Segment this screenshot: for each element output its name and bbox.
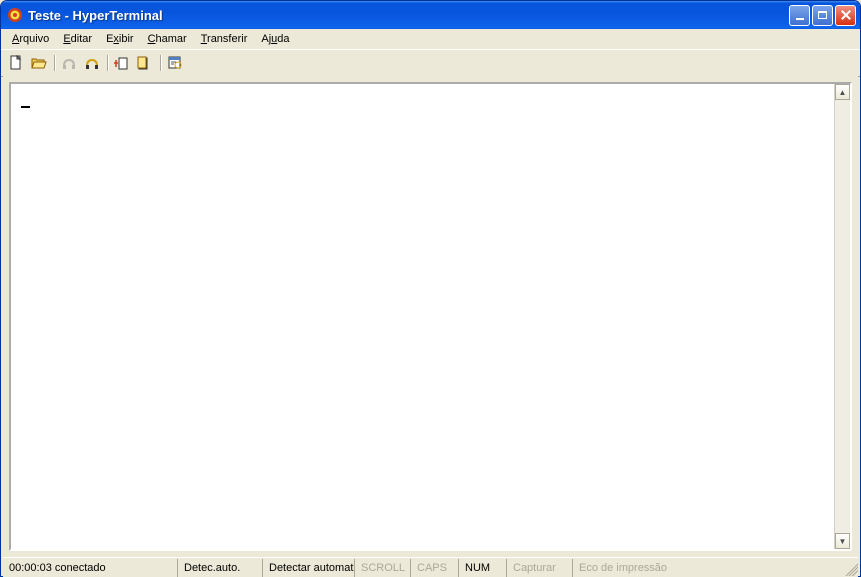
scroll-track[interactable] bbox=[835, 100, 850, 533]
new-button[interactable] bbox=[5, 52, 27, 74]
app-icon bbox=[7, 7, 23, 23]
connect-button[interactable] bbox=[58, 52, 80, 74]
status-caps: CAPS bbox=[411, 559, 459, 577]
menu-chamar[interactable]: Chamar bbox=[141, 31, 194, 47]
window-title: Teste - HyperTerminal bbox=[28, 8, 789, 23]
connect-icon bbox=[61, 55, 77, 71]
vertical-scrollbar[interactable]: ▲ ▼ bbox=[834, 84, 850, 549]
resize-grip[interactable] bbox=[842, 560, 858, 576]
titlebar: Teste - HyperTerminal bbox=[1, 1, 860, 29]
toolbar-separator bbox=[51, 52, 57, 74]
cursor-icon bbox=[21, 94, 30, 108]
toolbar-separator bbox=[104, 52, 110, 74]
maximize-button[interactable] bbox=[812, 5, 833, 26]
status-detect: Detec.auto. bbox=[178, 559, 263, 577]
status-scroll: SCROLL bbox=[355, 559, 411, 577]
menu-transferir[interactable]: Transferir bbox=[194, 31, 255, 47]
scroll-down-button[interactable]: ▼ bbox=[835, 533, 850, 549]
status-setting: Detectar automat bbox=[263, 559, 355, 577]
menu-bar: Arquivo Editar Exibir Chamar Transferir … bbox=[1, 29, 860, 49]
toolbar bbox=[1, 49, 860, 77]
minimize-button[interactable] bbox=[789, 5, 810, 26]
menu-exibir[interactable]: Exibir bbox=[99, 31, 141, 47]
properties-button[interactable] bbox=[164, 52, 186, 74]
new-icon bbox=[8, 55, 24, 71]
menu-ajuda[interactable]: Ajuda bbox=[254, 31, 296, 47]
status-echo: Eco de impressão bbox=[573, 559, 683, 577]
terminal-frame: ▲ ▼ bbox=[9, 82, 852, 551]
status-capture: Capturar bbox=[507, 559, 573, 577]
open-icon bbox=[31, 55, 47, 71]
toolbar-separator bbox=[157, 52, 163, 74]
send-icon bbox=[114, 55, 130, 71]
status-connection: 00:00:03 conectado bbox=[3, 559, 178, 577]
status-bar: 00:00:03 conectado Detec.auto. Detectar … bbox=[3, 557, 858, 577]
receive-button[interactable] bbox=[134, 52, 156, 74]
menu-editar[interactable]: Editar bbox=[56, 31, 99, 47]
content-area: ▲ ▼ bbox=[3, 76, 858, 557]
menu-arquivo[interactable]: Arquivo bbox=[5, 31, 56, 47]
properties-icon bbox=[167, 55, 183, 71]
terminal-area[interactable] bbox=[11, 84, 834, 549]
disconnect-button[interactable] bbox=[81, 52, 103, 74]
scroll-up-button[interactable]: ▲ bbox=[835, 84, 850, 100]
disconnect-icon bbox=[84, 55, 100, 71]
open-button[interactable] bbox=[28, 52, 50, 74]
send-button[interactable] bbox=[111, 52, 133, 74]
status-num: NUM bbox=[459, 559, 507, 577]
receive-icon bbox=[137, 55, 153, 71]
window-controls bbox=[789, 5, 856, 26]
close-button[interactable] bbox=[835, 5, 856, 26]
